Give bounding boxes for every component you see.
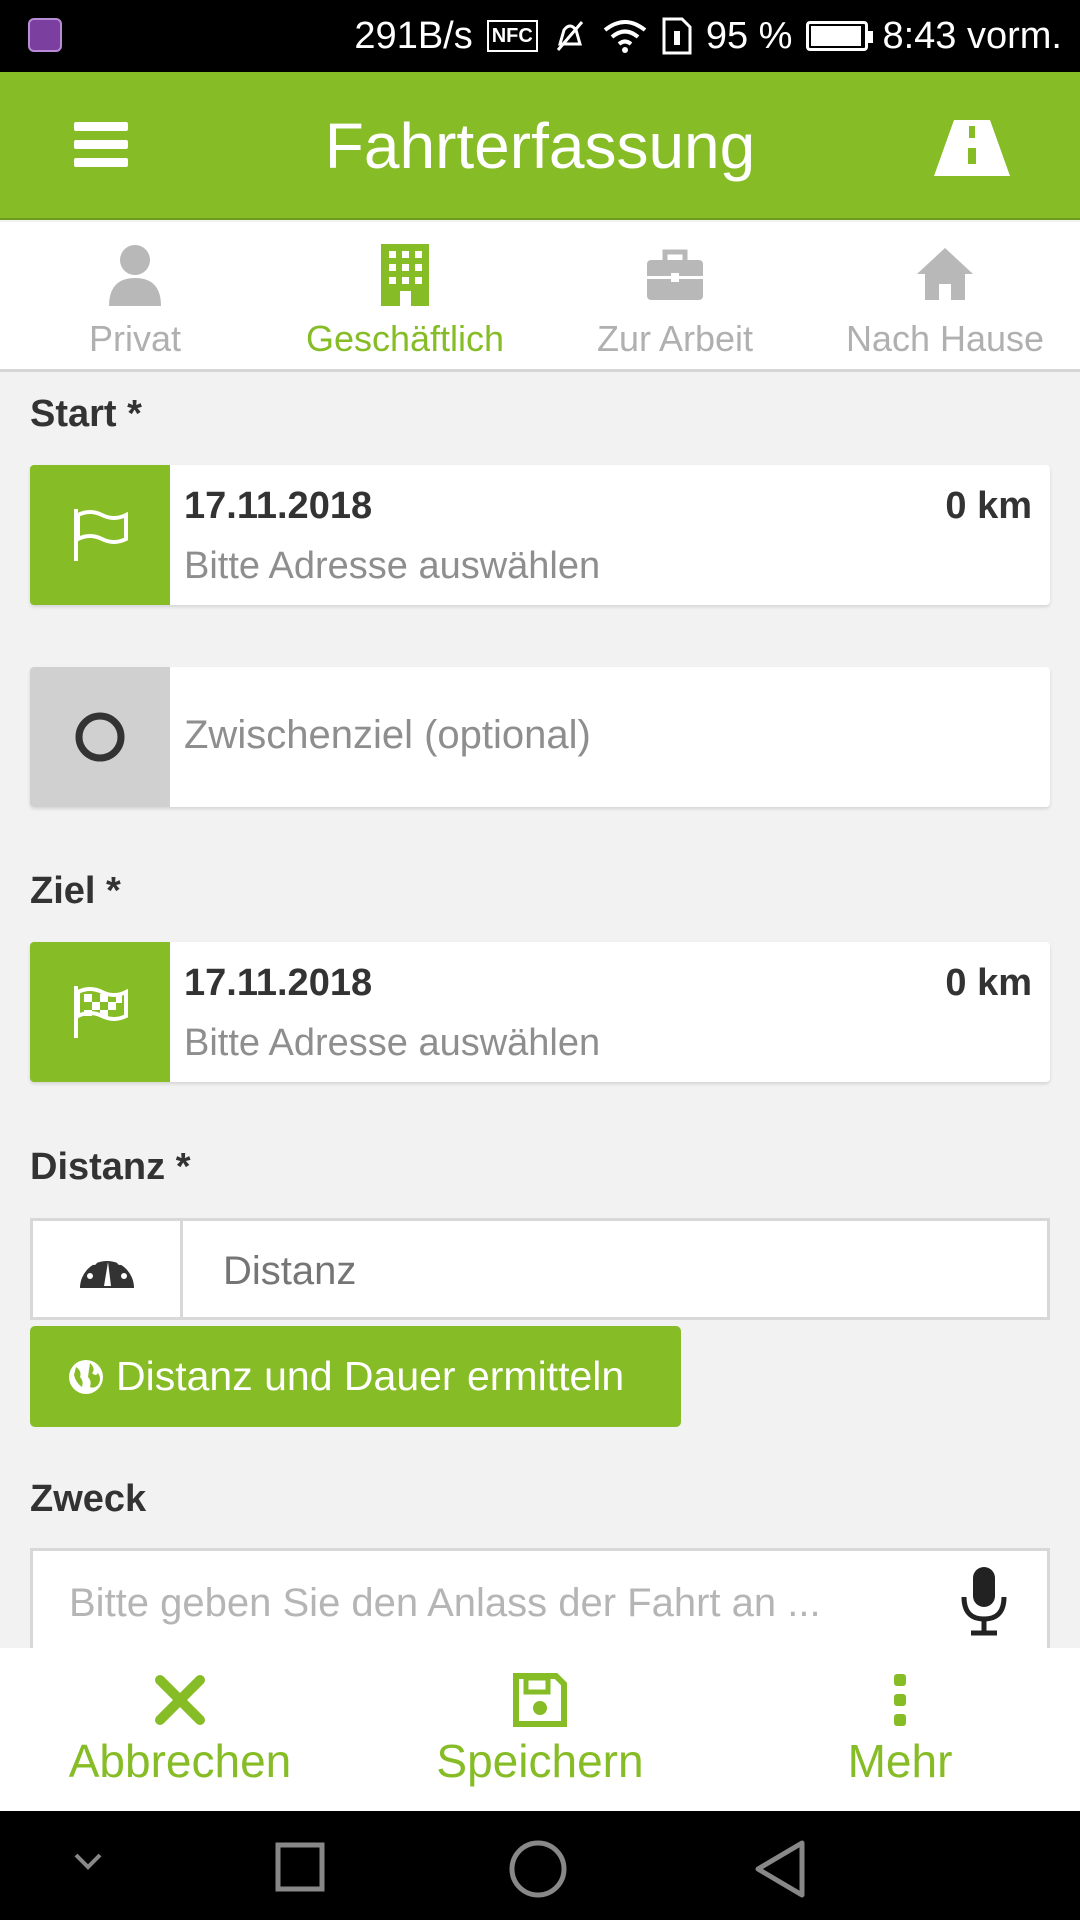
start-km: 0 km (945, 485, 1032, 527)
calculate-distance-button[interactable]: Distanz und Dauer ermitteln (30, 1326, 681, 1427)
calculate-distance-label: Distanz und Dauer ermitteln (116, 1353, 625, 1399)
speedometer-icon (79, 1253, 134, 1288)
zweck-label: Zweck (30, 1478, 147, 1520)
mute-icon (556, 21, 583, 51)
back-icon[interactable] (752, 1839, 808, 1899)
tab-zur-arbeit[interactable]: Zur Arbeit (540, 222, 810, 369)
more-label: Mehr (847, 1735, 953, 1787)
app-bar: Fahrterfassung (0, 72, 1080, 220)
tab-label: Geschäftlich (305, 318, 505, 359)
globe-icon (69, 1359, 103, 1394)
waypoint-placeholder: Zwischenziel (optional) (184, 713, 591, 757)
microphone-icon[interactable] (959, 1565, 1009, 1637)
status-bar: 291B/s NFC 95 % 8:43 vorm. (0, 0, 1080, 72)
wifi-icon (603, 20, 647, 53)
start-address: Bitte Adresse auswählen (184, 545, 601, 587)
start-flag-icon-box (30, 465, 170, 605)
waypoint-icon-box (30, 667, 170, 807)
tab-label: Privat (88, 318, 182, 359)
more-vertical-icon (894, 1674, 906, 1726)
save-icon (513, 1673, 567, 1727)
system-nav-bar (0, 1811, 1080, 1920)
tab-geschaeftlich[interactable]: Geschäftlich (270, 222, 540, 369)
start-label: Start * (30, 393, 142, 435)
road-icon[interactable] (934, 120, 1010, 176)
distanz-label: Distanz * (30, 1146, 191, 1188)
tab-nach-hause[interactable]: Nach Hause (810, 222, 1080, 369)
sim-icon (662, 17, 692, 55)
ziel-date: 17.11.2018 (184, 962, 373, 1004)
home-icon (917, 248, 973, 300)
close-icon (155, 1675, 205, 1725)
cancel-label: Abbrechen (68, 1735, 292, 1787)
distance-input[interactable] (223, 1249, 1003, 1294)
speedometer-icon-box (33, 1221, 183, 1317)
purpose-placeholder: Bitte geben Sie den Anlass der Fahrt an … (69, 1581, 821, 1625)
circle-icon (75, 712, 125, 762)
tab-privat[interactable]: Privat (0, 222, 270, 369)
flag-icon (74, 509, 128, 561)
app-notification-icon (28, 18, 62, 52)
battery-level (811, 26, 861, 46)
save-button[interactable]: Speichern (360, 1648, 720, 1811)
ziel-flag-icon-box (30, 942, 170, 1082)
home-circle-icon[interactable] (508, 1839, 568, 1899)
checkered-flag-icon (74, 986, 128, 1038)
trip-type-tabs: Privat Geschäftlich Zur Arbeit Nach Haus… (0, 222, 1080, 372)
chevron-down-icon[interactable] (72, 1849, 104, 1873)
distance-field (30, 1218, 1050, 1320)
nfc-icon: NFC (486, 20, 538, 52)
person-icon (109, 245, 161, 306)
battery-percent: 95 % (705, 14, 793, 57)
clock: 8:43 vorm. (882, 14, 1062, 57)
ziel-label: Ziel * (30, 870, 121, 912)
more-button[interactable]: Mehr (720, 1648, 1080, 1811)
network-speed: 291B/s (354, 14, 473, 57)
save-label: Speichern (436, 1735, 644, 1787)
building-icon (381, 244, 429, 306)
page-title: Fahrterfassung (324, 110, 756, 182)
battery-icon (806, 21, 874, 51)
tab-label: Zur Arbeit (596, 318, 754, 359)
tab-label: Nach Hause (845, 318, 1045, 359)
start-address-card[interactable]: 17.11.2018 0 km Bitte Adresse auswählen (30, 465, 1050, 605)
start-date: 17.11.2018 (184, 485, 373, 527)
briefcase-icon (647, 249, 703, 300)
recent-apps-icon[interactable] (274, 1841, 326, 1893)
ziel-address-card[interactable]: 17.11.2018 0 km Bitte Adresse auswählen (30, 942, 1050, 1082)
waypoint-card[interactable]: Zwischenziel (optional) (30, 667, 1050, 807)
bottom-action-bar: Abbrechen Speichern Mehr (0, 1648, 1080, 1811)
ziel-km: 0 km (945, 962, 1032, 1004)
ziel-address: Bitte Adresse auswählen (184, 1022, 601, 1064)
cancel-button[interactable]: Abbrechen (0, 1648, 360, 1811)
